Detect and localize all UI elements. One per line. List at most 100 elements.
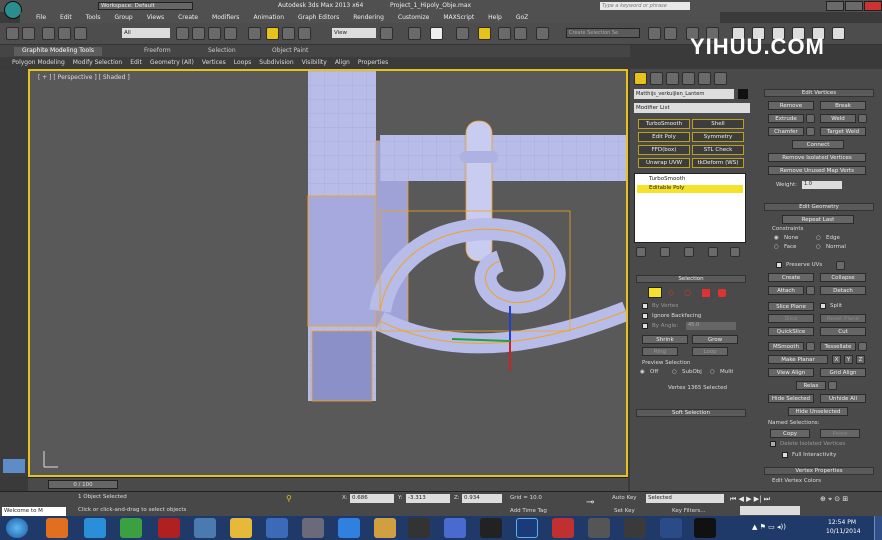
panel-properties[interactable]: Properties bbox=[358, 59, 388, 66]
menu-edit[interactable]: Edit bbox=[60, 14, 72, 21]
vertex-properties-rollout[interactable]: Vertex Properties bbox=[764, 467, 874, 475]
copy-button[interactable]: Copy bbox=[770, 429, 810, 438]
constraint-none-radio[interactable]: ◉ bbox=[774, 235, 779, 241]
search-input[interactable]: Type a keyword or phrase bbox=[600, 2, 690, 10]
paste-button[interactable]: Paste bbox=[820, 429, 860, 438]
turbosmooth-button[interactable]: TurboSmooth bbox=[638, 119, 690, 129]
time-slider[interactable]: 0 / 100 bbox=[28, 477, 628, 491]
hide-selected-button[interactable]: Hide Selected bbox=[768, 394, 814, 403]
angle-snap-icon[interactable] bbox=[478, 27, 491, 40]
create-button[interactable]: Create bbox=[768, 273, 814, 282]
scale-icon[interactable] bbox=[298, 27, 311, 40]
polygon-mode-icon[interactable] bbox=[702, 289, 710, 297]
shell-button[interactable]: Shell bbox=[692, 119, 744, 129]
menu-group[interactable]: Group bbox=[114, 14, 132, 21]
start-button[interactable] bbox=[6, 518, 28, 538]
remove-unused-map-button[interactable]: Remove Unused Map Verts bbox=[768, 166, 866, 175]
tkdeform-button[interactable]: tkDeform (WS) bbox=[692, 158, 744, 168]
ring-button[interactable]: Ring bbox=[642, 347, 678, 356]
preserve-uvs-settings-icon[interactable] bbox=[836, 261, 845, 270]
tab-freeform[interactable]: Freeform bbox=[144, 47, 171, 56]
vertex-mode-icon[interactable] bbox=[648, 287, 662, 298]
perspective-viewport[interactable]: [ + ] [ Perspective ] [ Shaded ] bbox=[28, 69, 628, 477]
menu-animation[interactable]: Animation bbox=[253, 14, 284, 21]
maxscript-listener[interactable]: Welcome to M bbox=[2, 507, 66, 516]
reference-coordinate-dropdown[interactable]: View bbox=[332, 28, 376, 38]
lock-selection-icon[interactable]: ⚲ bbox=[286, 494, 292, 503]
word-icon[interactable] bbox=[266, 518, 288, 538]
menu-modifiers[interactable]: Modifiers bbox=[212, 14, 239, 21]
mesh-geometry[interactable] bbox=[30, 71, 626, 475]
time-slider-thumb[interactable]: 0 / 100 bbox=[48, 480, 118, 489]
ignore-backfacing-checkbox[interactable] bbox=[642, 313, 648, 319]
stack-item-editable-poly[interactable]: Editable Poly bbox=[637, 185, 743, 193]
panel-subdivision[interactable]: Subdivision bbox=[259, 59, 293, 66]
by-angle-checkbox[interactable] bbox=[642, 323, 648, 329]
x-coordinate-field[interactable]: 0.686 bbox=[350, 494, 394, 503]
internet-explorer-icon[interactable] bbox=[84, 518, 106, 538]
workspace-dropdown[interactable]: Workspace: Default bbox=[98, 2, 193, 10]
configure-sets-icon[interactable] bbox=[730, 247, 740, 257]
slice-button[interactable]: Slice bbox=[768, 314, 814, 323]
zbrush-icon[interactable] bbox=[480, 518, 502, 538]
quickslice-button[interactable]: QuickSlice bbox=[768, 327, 814, 336]
set-key-button[interactable]: Set Key bbox=[614, 508, 635, 514]
display-tab-icon[interactable] bbox=[698, 72, 711, 85]
ffd-box-button[interactable]: FFD(box) bbox=[638, 145, 690, 155]
close-button[interactable] bbox=[864, 1, 882, 11]
hierarchy-tab-icon[interactable] bbox=[666, 72, 679, 85]
undo-icon[interactable] bbox=[6, 27, 19, 40]
app-icon[interactable] bbox=[552, 518, 574, 538]
unity-icon[interactable] bbox=[694, 518, 716, 538]
folder-icon[interactable] bbox=[374, 518, 396, 538]
full-interactivity-checkbox[interactable] bbox=[782, 452, 788, 458]
menu-views[interactable]: Views bbox=[147, 14, 164, 21]
menu-graph-editors[interactable]: Graph Editors bbox=[298, 14, 339, 21]
stack-item-turbosmooth[interactable]: TurboSmooth bbox=[637, 176, 743, 184]
planar-x-button[interactable]: X bbox=[832, 355, 841, 364]
select-and-move-icon[interactable] bbox=[248, 27, 261, 40]
file-explorer-icon[interactable] bbox=[230, 518, 252, 538]
relax-button[interactable]: Relax bbox=[796, 381, 826, 390]
add-time-tag[interactable]: Add Time Tag bbox=[510, 508, 547, 514]
grow-button[interactable]: Grow bbox=[692, 335, 738, 344]
panel-align[interactable]: Align bbox=[335, 59, 350, 66]
stl-check-button[interactable]: STL Check bbox=[692, 145, 744, 155]
slice-plane-button[interactable]: Slice Plane bbox=[768, 302, 814, 311]
clock-time[interactable]: 12:54 PM bbox=[828, 519, 856, 526]
unhide-all-button[interactable]: Unhide All bbox=[820, 394, 866, 403]
window-crossing-icon[interactable] bbox=[224, 27, 237, 40]
menu-create[interactable]: Create bbox=[178, 14, 198, 21]
chamfer-button[interactable]: Chamfer bbox=[768, 127, 804, 136]
key-mode-dropdown[interactable]: Selected bbox=[646, 494, 724, 503]
loop-button[interactable]: Loop bbox=[692, 347, 728, 356]
border-mode-icon[interactable]: ○ bbox=[684, 288, 691, 297]
y-coordinate-field[interactable]: -3.313 bbox=[406, 494, 450, 503]
tessellate-settings-icon[interactable] bbox=[858, 342, 867, 351]
select-by-name-icon[interactable] bbox=[192, 27, 205, 40]
calculator-icon[interactable] bbox=[302, 518, 324, 538]
constraint-normal-radio[interactable]: ○ bbox=[816, 244, 821, 250]
relax-settings-icon[interactable] bbox=[828, 381, 837, 390]
move-icon[interactable] bbox=[266, 27, 279, 40]
weld-settings-icon[interactable] bbox=[858, 114, 867, 123]
key-icon[interactable]: ⊸ bbox=[586, 497, 594, 508]
show-end-result-icon[interactable] bbox=[660, 247, 670, 257]
cut-button[interactable]: Cut bbox=[820, 327, 866, 336]
navigation-controls-icon[interactable]: ⊕ ⌖ ⊙ ⊞ bbox=[820, 495, 848, 504]
modifier-list-dropdown[interactable]: Modifier List bbox=[634, 103, 750, 113]
menu-file[interactable]: File bbox=[36, 14, 46, 21]
weight-field[interactable]: 1.0 bbox=[802, 181, 842, 189]
panel-vertices[interactable]: Vertices bbox=[202, 59, 226, 66]
grid-align-button[interactable]: Grid Align bbox=[820, 368, 866, 377]
break-button[interactable]: Break bbox=[820, 101, 866, 110]
constraint-edge-radio[interactable]: ○ bbox=[816, 235, 821, 241]
panel-modify-selection[interactable]: Modify Selection bbox=[73, 59, 122, 66]
remove-isolated-button[interactable]: Remove Isolated Vertices bbox=[768, 153, 866, 162]
3dsmax-taskbar-icon[interactable] bbox=[588, 518, 610, 538]
remove-button[interactable]: Remove bbox=[768, 101, 814, 110]
tab-object-paint[interactable]: Object Paint bbox=[272, 47, 308, 56]
menu-tools[interactable]: Tools bbox=[86, 14, 101, 21]
motion-tab-icon[interactable] bbox=[682, 72, 695, 85]
snaps-toggle-icon[interactable] bbox=[456, 27, 469, 40]
